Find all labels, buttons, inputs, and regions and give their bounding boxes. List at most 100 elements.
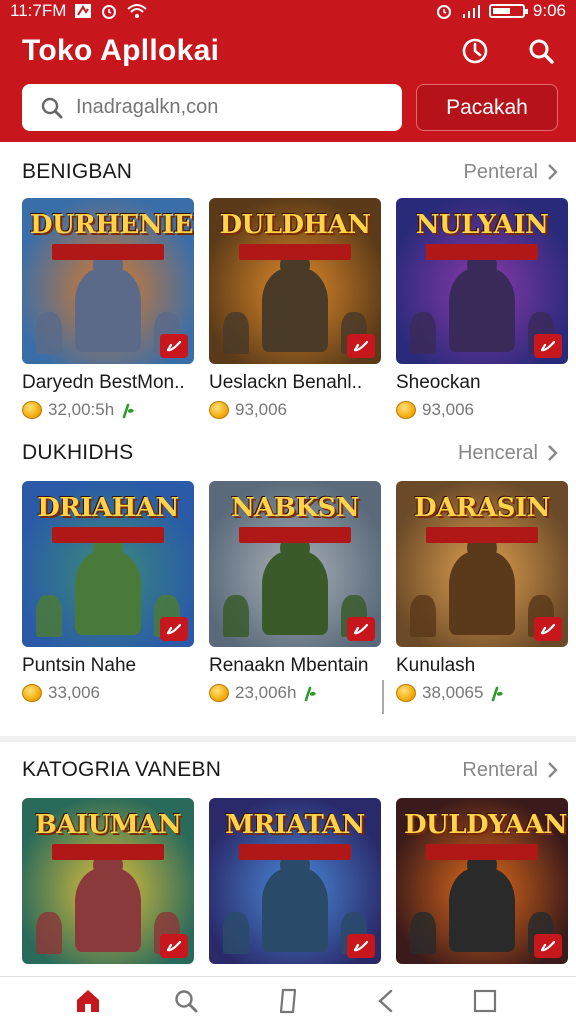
app-card[interactable]: DULDHAN Ueslackn Benahl.. 93,006: [209, 198, 381, 420]
swoosh-icon: [353, 940, 369, 952]
app-thumbnail[interactable]: NULYAIN: [396, 198, 568, 364]
app-thumbnail[interactable]: DRIAHAN: [22, 481, 194, 647]
chevron-right-icon: [548, 762, 558, 778]
app-thumbnail[interactable]: MRIATAN: [209, 798, 381, 964]
app-name: Puntsin Nahe: [22, 655, 137, 676]
app-rating: 32,00:5h: [48, 400, 115, 419]
banner-ribbon: [239, 844, 351, 860]
install-badge[interactable]: [534, 934, 562, 958]
app-rating: 33,006: [48, 683, 100, 702]
banner-ribbon: [426, 244, 538, 260]
app-name: Daryedn BestMon..: [22, 372, 185, 393]
section-divider: [0, 736, 576, 742]
section-header: DUKHIDHS Henceral: [22, 438, 558, 468]
swoosh-icon: [353, 623, 369, 635]
app-rating: 38,0065: [422, 683, 484, 702]
alarm-icon: [100, 2, 118, 20]
history-icon: [462, 38, 488, 64]
app-card[interactable]: DARASIN Kunulash 38,0065: [396, 481, 568, 703]
see-all-link[interactable]: Renteral: [462, 759, 558, 782]
banner-ribbon: [52, 527, 164, 543]
coin-icon: [22, 684, 42, 702]
section-title: KATOGRIA VANEBN: [22, 758, 222, 781]
app-name: Sheockan: [396, 372, 481, 393]
install-badge[interactable]: [347, 617, 375, 641]
app-card[interactable]: BAIUMAN: [22, 798, 194, 964]
app-name: Kunulash: [396, 655, 476, 676]
game-logo: DULDYAAN: [404, 810, 568, 840]
nav-search[interactable]: [166, 985, 206, 1017]
hero-figure: [262, 850, 328, 952]
app-thumbnail[interactable]: BAIUMAN: [22, 798, 194, 964]
banner-ribbon: [426, 844, 538, 860]
app-card[interactable]: MRIATAN: [209, 798, 381, 964]
install-badge[interactable]: [534, 334, 562, 358]
search-icon: [529, 39, 554, 64]
app-thumbnail[interactable]: DULDHAN: [209, 198, 381, 364]
swoosh-icon: [353, 340, 369, 352]
swoosh-icon: [166, 340, 182, 352]
hero-figure: [262, 533, 328, 635]
header-search-button[interactable]: [524, 34, 558, 68]
app-thumbnail[interactable]: DURHENIEN: [22, 198, 194, 364]
hero-figure: [75, 533, 141, 635]
bookmark-icon: [279, 988, 297, 1014]
game-logo: NABKSN: [230, 493, 360, 523]
app-meta: 32,00:5h: [22, 400, 194, 420]
app-title: Toko Apllokai: [22, 34, 220, 67]
app-card[interactable]: DURHENIEN Daryedn BestMon.. 32,00:5h: [22, 198, 194, 420]
coin-icon: [396, 401, 416, 419]
banner-ribbon: [239, 244, 351, 260]
status-bar: 11:7FM 9:06: [0, 0, 576, 22]
hero-figure: [449, 533, 515, 635]
hero-figure: [75, 850, 141, 952]
character-figure: [36, 912, 62, 954]
see-all-link[interactable]: Penteral: [464, 161, 559, 184]
app-thumbnail[interactable]: DARASIN: [396, 481, 568, 647]
banner-ribbon: [426, 527, 538, 543]
app-thumbnail[interactable]: DULDYAAN: [396, 798, 568, 964]
nav-back[interactable]: [366, 985, 406, 1017]
swoosh-icon: [166, 623, 182, 635]
app-thumbnail[interactable]: NABKSN: [209, 481, 381, 647]
install-badge[interactable]: [347, 334, 375, 358]
search-input[interactable]: [76, 96, 376, 119]
install-badge[interactable]: [160, 617, 188, 641]
app-meta: 93,006: [396, 400, 568, 420]
search-icon: [41, 97, 63, 118]
see-all-link[interactable]: Henceral: [458, 442, 558, 465]
coin-icon: [209, 401, 229, 419]
nav-recents[interactable]: [465, 985, 505, 1017]
game-logo: MRIATAN: [225, 810, 365, 840]
app-rating: 23,006h: [235, 683, 297, 702]
character-figure: [36, 595, 62, 637]
coin-icon: [22, 401, 42, 419]
swoosh-icon: [166, 940, 182, 952]
section-header: BENIGBAN Penteral: [22, 157, 558, 187]
app-card[interactable]: NABKSN Renaakn Mbentain 23,006h: [209, 481, 381, 703]
alarm-icon: [435, 2, 453, 20]
app-name: Ueslackn Benahl..: [209, 372, 363, 393]
character-figure: [410, 312, 436, 354]
search-field[interactable]: [22, 84, 402, 131]
install-badge[interactable]: [160, 934, 188, 958]
section-header: KATOGRIA VANEBN Renteral: [22, 755, 558, 785]
character-figure: [223, 912, 249, 954]
game-logo: DRIAHAN: [37, 493, 179, 523]
history-button[interactable]: [458, 34, 492, 68]
chevron-right-icon: [548, 445, 558, 461]
app-meta: 38,0065: [396, 683, 568, 703]
search-submit-button[interactable]: Pacakah: [416, 84, 558, 131]
bottom-navigation: [0, 976, 576, 1024]
app-card[interactable]: DULDYAAN: [396, 798, 568, 964]
install-badge[interactable]: [160, 334, 188, 358]
divider: [382, 680, 384, 714]
search-icon: [175, 990, 198, 1013]
nav-home[interactable]: [68, 985, 108, 1017]
see-all-label: Penteral: [463, 160, 539, 183]
install-badge[interactable]: [534, 617, 562, 641]
app-card[interactable]: NULYAIN Sheockan 93,006: [396, 198, 568, 420]
nav-library[interactable]: [268, 985, 308, 1017]
install-badge[interactable]: [347, 934, 375, 958]
app-card[interactable]: DRIAHAN Puntsin Nahe 33,006: [22, 481, 194, 703]
